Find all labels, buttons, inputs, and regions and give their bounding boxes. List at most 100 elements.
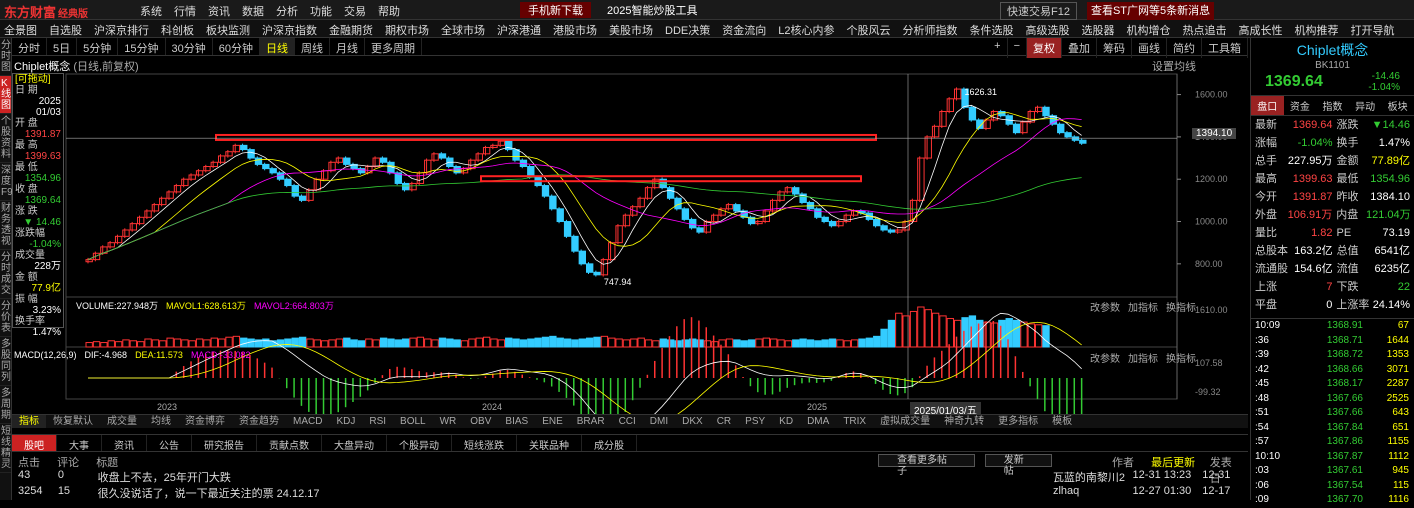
indicator-tab[interactable]: 指标 (12, 415, 46, 428)
quote-tab[interactable]: 异动 (1349, 96, 1382, 115)
period-tab[interactable]: 分时 (12, 38, 47, 55)
toolbar-button[interactable]: 简约 (1167, 38, 1202, 58)
col-updated[interactable]: 最后更新 (1151, 454, 1210, 469)
quote-tab[interactable]: 资金 (1284, 96, 1317, 115)
guba-tab[interactable]: 大盘异动 (322, 435, 387, 452)
toolbar-button[interactable]: 叠加 (1062, 38, 1097, 58)
nav-item[interactable]: DDE决策 (665, 22, 710, 37)
col-published[interactable]: 发表日 (1210, 454, 1242, 485)
indicator-tab[interactable]: DMA (800, 415, 836, 428)
indicator-tab[interactable]: 资金趋势 (232, 415, 286, 428)
indicator-tab[interactable]: BIAS (498, 415, 535, 428)
more-posts-button[interactable]: 查看更多帖子 (878, 454, 975, 477)
period-tab[interactable]: 30分钟 (166, 38, 213, 55)
menu-item[interactable]: 帮助 (378, 3, 400, 19)
mobile-download-button[interactable]: 手机新下载 (520, 2, 591, 18)
toolbar-button[interactable]: 筹码 (1097, 38, 1132, 58)
left-nav-item[interactable]: K线图 (0, 76, 11, 114)
period-tab[interactable]: 5分钟 (77, 38, 119, 55)
left-nav-item[interactable]: 多股同列 (0, 337, 11, 386)
left-nav-item[interactable]: 分时成交 (0, 250, 11, 299)
change-params-button[interactable]: 改参数 (1090, 350, 1120, 365)
toolbar-button[interactable]: − (1008, 38, 1027, 58)
period-tab[interactable]: 60分钟 (213, 38, 260, 55)
menu-item[interactable]: 功能 (310, 3, 332, 19)
quick-trade-button[interactable]: 快速交易F12 (1000, 2, 1077, 20)
left-nav-item[interactable]: 个股资料 (0, 114, 11, 163)
guba-tab[interactable]: 成分股 (582, 435, 637, 452)
switch-indicator-button[interactable]: 换指标 (1166, 350, 1196, 365)
menu-item[interactable]: 交易 (344, 3, 366, 19)
nav-item[interactable]: 全景图 (4, 22, 37, 37)
guba-tab[interactable]: 公告 (147, 435, 192, 452)
indicator-tab[interactable]: DKX (675, 415, 710, 428)
period-tab[interactable]: 更多周期 (365, 38, 422, 55)
guba-tab[interactable]: 个股异动 (387, 435, 452, 452)
indicator-tab[interactable]: ENE (535, 415, 570, 428)
indicator-tab[interactable]: BOLL (393, 415, 433, 428)
news-ticker[interactable]: 查看ST广网等5条新消息 (1086, 2, 1215, 20)
nav-item[interactable]: 分析师指数 (902, 22, 957, 37)
nav-item[interactable]: 沪深京指数 (262, 22, 317, 37)
menu-item[interactable]: 分析 (276, 3, 298, 19)
left-nav-item[interactable]: 深度F9 (0, 163, 13, 201)
nav-item[interactable]: 高级选股 (1025, 22, 1069, 37)
toolbar-button[interactable]: 工具箱 (1202, 38, 1248, 58)
left-nav-item[interactable]: 财务透视 (0, 201, 11, 250)
menu-item[interactable]: 数据 (242, 3, 264, 19)
nav-item[interactable]: 条件选股 (969, 22, 1013, 37)
guba-tab[interactable]: 贡献点数 (257, 435, 322, 452)
indicator-tab[interactable]: WR (433, 415, 464, 428)
indicator-tab[interactable]: 神奇九转 (937, 415, 991, 428)
add-indicator-button[interactable]: 加指标 (1128, 350, 1158, 365)
change-params-button[interactable]: 改参数 (1090, 299, 1120, 314)
toolbar-button[interactable]: + (988, 38, 1008, 58)
indicator-tab[interactable]: OBV (463, 415, 498, 428)
quote-tab[interactable]: 指数 (1316, 96, 1349, 115)
indicator-tab[interactable]: KD (772, 415, 800, 428)
post-row[interactable]: 3254 15 很久没说话了，说一下最近关注的票 24.12.17 zlhaq 12-2… (12, 484, 1248, 500)
nav-item[interactable]: 板块监测 (206, 22, 250, 37)
guba-tab[interactable]: 资讯 (102, 435, 147, 452)
nav-item[interactable]: 机构增仓 (1126, 22, 1170, 37)
period-tab[interactable]: 5日 (47, 38, 78, 55)
nav-item[interactable]: 美股市场 (609, 22, 653, 37)
indicator-tab[interactable]: TRIX (836, 415, 873, 428)
nav-item[interactable]: 金融期货 (329, 22, 373, 37)
menu-item[interactable]: 资讯 (208, 3, 230, 19)
nav-item[interactable]: 沪深港通 (497, 22, 541, 37)
period-tab[interactable]: 周线 (295, 38, 330, 55)
indicator-tab[interactable]: MACD (286, 415, 329, 428)
left-nav-item[interactable]: 多周期 (0, 386, 11, 424)
nav-item[interactable]: 全球市场 (441, 22, 485, 37)
nav-item[interactable]: 自选股 (49, 22, 82, 37)
indicator-tab[interactable]: CCI (612, 415, 643, 428)
guba-tab[interactable]: 股吧 (12, 435, 57, 452)
post-title[interactable]: 收盘上不去，25年开门大跌 (98, 469, 1053, 484)
toolbar-button[interactable]: 复权 (1027, 38, 1062, 58)
add-indicator-button[interactable]: 加指标 (1128, 299, 1158, 314)
nav-item[interactable]: 选股器 (1081, 22, 1114, 37)
period-tab[interactable]: 月线 (330, 38, 365, 55)
nav-item[interactable]: 资金流向 (722, 22, 766, 37)
guba-tab[interactable]: 研究报告 (192, 435, 257, 452)
nav-item[interactable]: 科创板 (161, 22, 194, 37)
data-window[interactable]: [可拖动] 日 期 2025 01/03 开 盘 1391.87 最 高 139… (12, 73, 64, 338)
indicator-tab[interactable]: 恢复默认 (46, 415, 100, 428)
indicator-tab[interactable]: 虚拟成交量 (873, 415, 937, 428)
left-nav-item[interactable]: 分价表 (0, 299, 11, 337)
guba-tab[interactable]: 短线涨跌 (452, 435, 517, 452)
nav-item[interactable]: 打开导航 (1350, 22, 1394, 37)
nav-item[interactable]: 沪深京排行 (94, 22, 149, 37)
indicator-tab[interactable]: RSI (362, 415, 393, 428)
menu-item[interactable]: 系统 (140, 3, 162, 19)
indicator-tab[interactable]: 成交量 (100, 415, 144, 428)
nav-item[interactable]: 机构推荐 (1294, 22, 1338, 37)
menu-item[interactable]: 行情 (174, 3, 196, 19)
indicator-tab[interactable]: 更多指标 (991, 415, 1045, 428)
indicator-tab[interactable]: KDJ (329, 415, 362, 428)
post-row[interactable]: 43 0 收盘上不去，25年开门大跌 瓦蓝的南黎川2 12-31 13:23 12-31 (12, 468, 1248, 484)
nav-item[interactable]: 高成长性 (1238, 22, 1282, 37)
nav-item[interactable]: L2核心内参 (778, 22, 834, 37)
nav-item[interactable]: 热点追击 (1182, 22, 1226, 37)
